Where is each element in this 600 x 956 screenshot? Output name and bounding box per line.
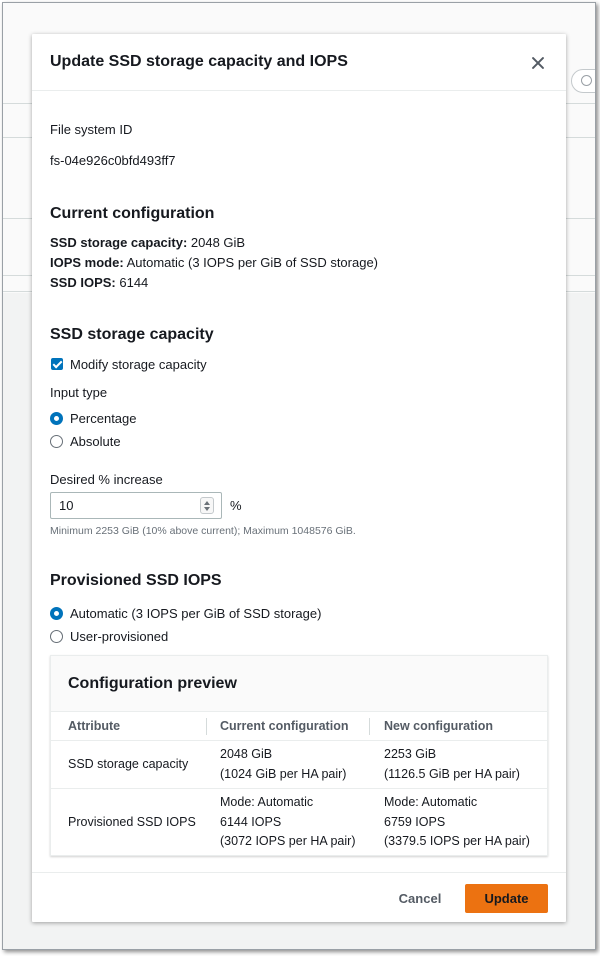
row-capacity-attribute: SSD storage capacity — [68, 757, 189, 771]
radio-absolute-label: Absolute — [70, 434, 121, 449]
modify-storage-capacity-label: Modify storage capacity — [70, 357, 207, 372]
radio-selected-icon[interactable] — [50, 412, 63, 425]
table-cell-line: Mode: Automatic — [220, 795, 314, 809]
column-header-new: New configuration — [384, 719, 494, 733]
file-system-id-value: fs-04e926c0bfd493ff7 — [50, 153, 176, 168]
close-icon[interactable] — [528, 53, 548, 73]
column-header-current: Current configuration — [220, 719, 349, 733]
row-iops-new: Mode: Automatic 6759 IOPS (3379.5 IOPS p… — [384, 793, 530, 852]
update-button[interactable]: Update — [465, 884, 548, 913]
storage-capacity-heading: SSD storage capacity — [50, 326, 214, 343]
file-system-id-label: File system ID — [50, 122, 133, 137]
column-header-attribute: Attribute — [68, 719, 121, 733]
current-iops-line: SSD IOPS: 6144 — [50, 275, 148, 290]
current-iops-mode-line: IOPS mode: Automatic (3 IOPS per GiB of … — [50, 255, 378, 270]
table-cell-line: 6759 IOPS — [384, 814, 446, 829]
capacity-hint: Minimum 2253 GiB (10% above current); Ma… — [50, 525, 356, 537]
table-divider — [51, 740, 547, 741]
table-cell-line: (3379.5 IOPS per HA pair) — [384, 834, 530, 848]
desired-increase-label: Desired % increase — [50, 472, 163, 487]
table-cell-line: 2048 GiB — [220, 747, 273, 761]
row-capacity-current: 2048 GiB (1024 GiB per HA pair) — [220, 745, 346, 784]
radio-iops-automatic[interactable]: Automatic (3 IOPS per GiB of SSD storage… — [50, 605, 350, 623]
current-iops-mode-label: IOPS mode: — [50, 255, 124, 270]
preview-title: Configuration preview — [68, 675, 237, 692]
current-iops-mode-value: Automatic (3 IOPS per GiB of SSD storage… — [123, 255, 379, 270]
modify-storage-capacity-checkbox[interactable]: Modify storage capacity — [50, 356, 230, 374]
radio-percentage-label: Percentage — [70, 411, 137, 426]
stepper-down-icon[interactable] — [204, 507, 210, 511]
percent-unit: % — [230, 498, 242, 513]
cancel-button[interactable]: Cancel — [388, 884, 452, 912]
radio-selected-icon[interactable] — [50, 607, 63, 620]
input-type-label: Input type — [50, 385, 108, 400]
current-capacity-label: SSD storage capacity: — [50, 235, 188, 250]
background-search-icon — [571, 69, 595, 93]
dialog-header: Update SSD storage capacity and IOPS — [32, 34, 566, 91]
current-capacity-line: SSD storage capacity: 2048 GiB — [50, 235, 245, 250]
table-cell-line: (1024 GiB per HA pair) — [220, 766, 347, 781]
preview-header: Configuration preview — [51, 656, 547, 712]
radio-absolute[interactable]: Absolute — [50, 433, 170, 451]
table-row-divider — [51, 788, 547, 789]
update-storage-dialog: Update SSD storage capacity and IOPS Fil… — [32, 34, 566, 922]
current-capacity-value: 2048 GiB — [187, 235, 246, 250]
dialog-title: Update SSD storage capacity and IOPS — [50, 53, 348, 70]
radio-iops-automatic-label: Automatic (3 IOPS per GiB of SSD storage… — [70, 606, 322, 621]
current-configuration-heading: Current configuration — [50, 205, 215, 222]
row-capacity-new: 2253 GiB (1126.5 GiB per HA pair) — [384, 745, 520, 784]
desired-increase-input-wrapper[interactable] — [50, 492, 222, 519]
table-cell-line: 6144 IOPS — [220, 814, 282, 829]
desired-increase-input[interactable] — [51, 493, 191, 518]
column-separator — [369, 718, 370, 735]
radio-unselected-icon[interactable] — [50, 630, 63, 643]
radio-unselected-icon[interactable] — [50, 435, 63, 448]
current-iops-value: 6144 — [115, 275, 149, 290]
column-separator — [206, 718, 207, 735]
provisioned-iops-heading: Provisioned SSD IOPS — [50, 572, 222, 589]
table-cell-line: Mode: Automatic — [384, 795, 478, 809]
current-iops-label: SSD IOPS: — [50, 275, 116, 290]
radio-percentage[interactable]: Percentage — [50, 410, 170, 428]
number-stepper[interactable] — [200, 497, 214, 514]
table-cell-line: (1126.5 GiB per HA pair) — [384, 766, 520, 781]
stepper-up-icon[interactable] — [204, 501, 210, 505]
configuration-preview-panel: Configuration preview Attribute Current … — [50, 655, 548, 856]
row-iops-attribute: Provisioned SSD IOPS — [68, 815, 196, 829]
radio-iops-user-provisioned[interactable]: User-provisioned — [50, 628, 250, 646]
radio-iops-user-provisioned-label: User-provisioned — [70, 629, 169, 644]
table-cell-line: 2253 GiB — [384, 747, 437, 761]
row-iops-current: Mode: Automatic 6144 IOPS (3072 IOPS per… — [220, 793, 355, 852]
checkbox-checked-icon[interactable] — [51, 358, 63, 370]
table-cell-line: (3072 IOPS per HA pair) — [220, 834, 356, 848]
